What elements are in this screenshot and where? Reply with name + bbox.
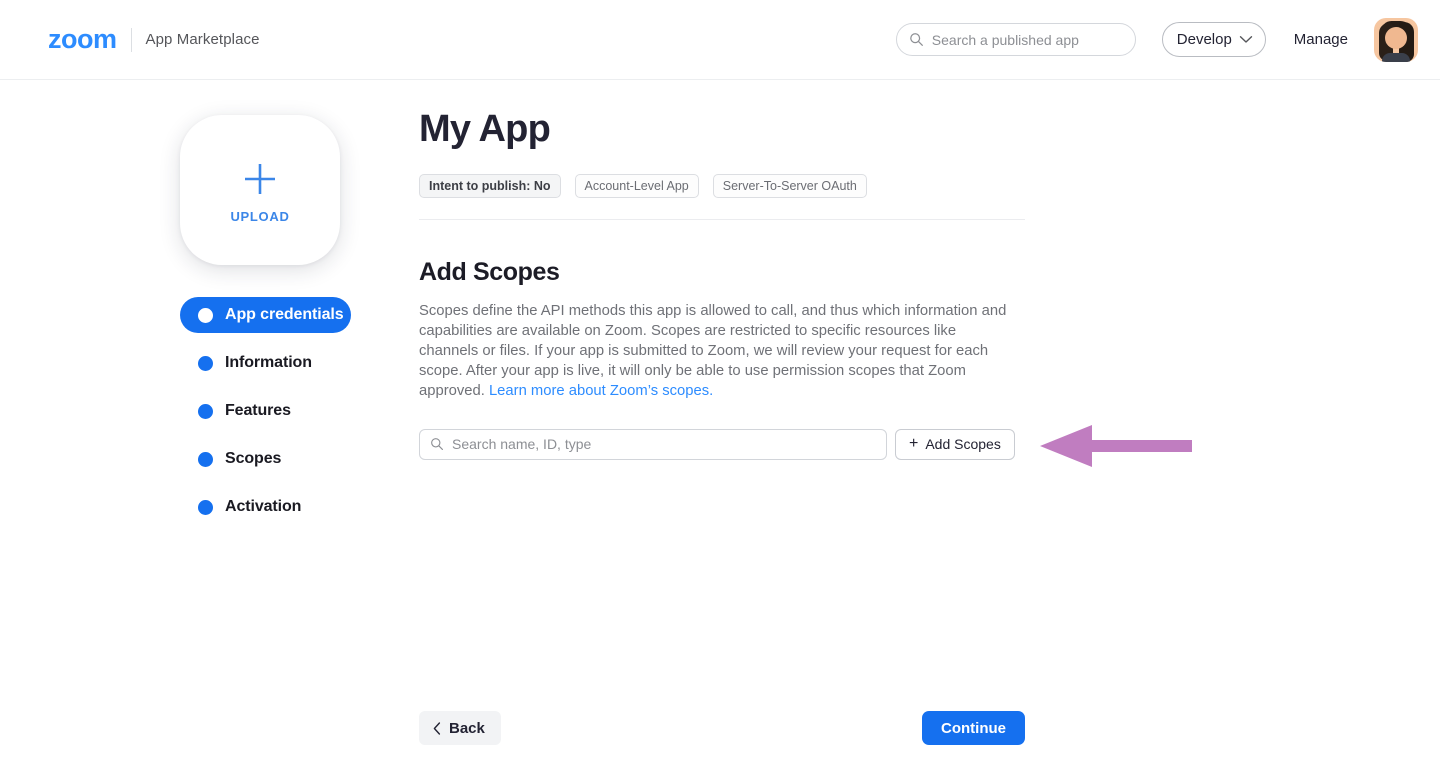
section-divider	[419, 218, 1025, 220]
sidebar-item-activation[interactable]: Activation	[180, 489, 351, 525]
develop-dropdown-label: Develop	[1176, 31, 1232, 48]
develop-dropdown[interactable]: Develop	[1161, 22, 1266, 57]
sidebar-item-label: Scopes	[225, 450, 282, 467]
upload-label: UPLOAD	[230, 208, 290, 224]
avatar-body	[1382, 52, 1410, 62]
scope-search-input[interactable]: Search name, ID, type	[419, 428, 887, 460]
continue-button[interactable]: Continue	[922, 711, 1025, 745]
back-button[interactable]: Back	[419, 711, 501, 745]
sidebar-item-app-credentials[interactable]: App credentials	[180, 297, 351, 333]
chevron-left-icon	[433, 721, 441, 735]
back-button-label: Back	[449, 719, 485, 737]
plus-icon	[245, 163, 275, 194]
main-content: My App Intent to publish: No Account-Lev…	[419, 108, 1025, 460]
app-marketplace-label: App Marketplace	[145, 31, 260, 48]
status-badge-app-level: Account-Level App	[574, 173, 699, 198]
sidebar-item-label: Activation	[225, 498, 302, 515]
sidebar-item-features[interactable]: Features	[180, 393, 351, 429]
chevron-down-icon	[1239, 36, 1252, 43]
continue-button-label: Continue	[941, 719, 1006, 737]
header-actions: Search a published app Develop Manage	[895, 17, 1418, 62]
status-badge-intent-to-publish: Intent to publish: No	[419, 173, 561, 198]
status-dot-icon	[198, 403, 213, 419]
sidebar-item-scopes[interactable]: Scopes	[180, 441, 351, 477]
sidebar-item-label: App credentials	[225, 306, 344, 323]
zoom-logo: zoom	[48, 24, 117, 54]
brand[interactable]: zoom App Marketplace	[48, 24, 260, 55]
footer-actions: Back Continue	[419, 711, 1025, 745]
avatar-face	[1385, 26, 1407, 49]
status-dot-icon	[198, 355, 213, 371]
manage-link[interactable]: Manage	[1294, 31, 1348, 48]
add-scopes-button-label: Add Scopes	[925, 436, 1001, 453]
plus-icon: +	[909, 435, 919, 453]
search-icon	[909, 33, 923, 46]
brand-divider	[130, 27, 132, 52]
status-dot-icon	[198, 451, 213, 467]
status-badge-oauth-type: Server-To-Server OAuth	[712, 173, 867, 198]
search-placeholder: Search a published app	[931, 31, 1079, 48]
sidebar-item-label: Information	[225, 354, 312, 371]
avatar[interactable]	[1374, 17, 1418, 62]
upload-app-icon-button[interactable]: UPLOAD	[180, 115, 340, 265]
search-input[interactable]: Search a published app	[895, 23, 1136, 56]
sidebar-item-label: Features	[225, 402, 291, 419]
top-header: zoom App Marketplace Search a published …	[0, 0, 1440, 80]
sidebar-item-information[interactable]: Information	[180, 345, 351, 381]
scope-search-row: Search name, ID, type + Add Scopes	[419, 428, 1025, 460]
status-dot-icon	[198, 307, 213, 323]
sidebar: UPLOAD App credentials Information Featu…	[180, 115, 380, 537]
section-title: Add Scopes	[419, 257, 560, 286]
status-dot-icon	[198, 499, 213, 515]
search-icon	[431, 438, 443, 451]
learn-more-link[interactable]: Learn more about Zoom’s scopes.	[489, 383, 713, 399]
section-description: Scopes define the API methods this app i…	[419, 301, 1019, 401]
app-meta-chips: Intent to publish: No Account-Level App …	[419, 173, 1025, 198]
annotation-arrow-left-icon	[1040, 425, 1192, 467]
add-scopes-button[interactable]: + Add Scopes	[895, 428, 1015, 460]
scope-search-placeholder: Search name, ID, type	[452, 436, 592, 453]
sidebar-nav: App credentials Information Features Sco…	[180, 297, 380, 537]
page-title: My App	[419, 108, 551, 150]
